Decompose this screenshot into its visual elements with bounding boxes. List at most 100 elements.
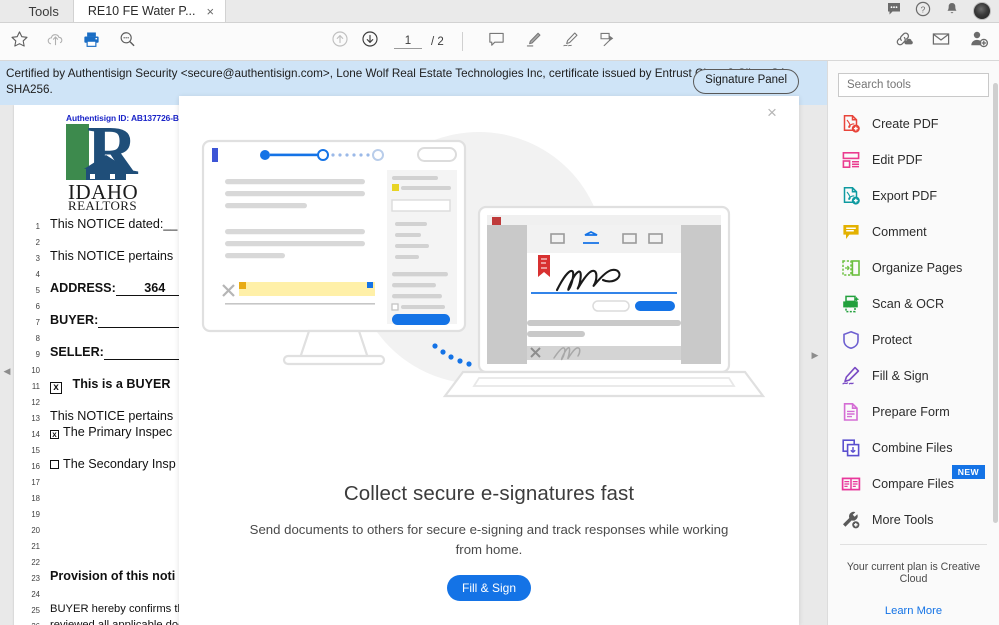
arrow-up-circle-icon[interactable] bbox=[330, 29, 350, 54]
upload-cloud-icon[interactable] bbox=[46, 30, 65, 54]
tool-item-label: Scan & OCR bbox=[872, 297, 944, 311]
svg-text:?: ? bbox=[921, 4, 926, 14]
line-number: 20 bbox=[24, 522, 50, 538]
tool-item-edit-pdf[interactable]: Edit PDF bbox=[828, 142, 999, 178]
tools-list: Create PDF Edit PDF Export PDF Comment Organ… bbox=[828, 103, 999, 538]
search-tools-input[interactable] bbox=[838, 73, 989, 97]
line-number: 21 bbox=[24, 538, 50, 554]
tool-item-label: Organize Pages bbox=[872, 261, 962, 275]
menu-item-tools[interactable]: Tools bbox=[14, 0, 72, 22]
esign-devices-illustration bbox=[179, 118, 799, 398]
request-signature-icon[interactable] bbox=[598, 30, 617, 54]
toolbar-left-group bbox=[0, 30, 137, 54]
learn-more-link[interactable]: Learn More bbox=[828, 585, 999, 617]
pdf-reader-window: ne Tools RE10 FE Water P... × ? bbox=[0, 0, 999, 625]
plan-status-text: Your current plan is Creative Cloud bbox=[828, 545, 999, 585]
page-navigation: / 2 bbox=[330, 29, 463, 54]
line-number: 4 bbox=[24, 266, 50, 282]
avatar[interactable] bbox=[973, 2, 991, 20]
collapse-left-panel-button[interactable]: ◀ bbox=[0, 360, 14, 382]
comment-icon[interactable] bbox=[487, 30, 506, 54]
tool-item-more-tools[interactable]: More Tools bbox=[828, 502, 999, 538]
sidebar-scrollbar[interactable] bbox=[992, 83, 999, 573]
page-number-input[interactable] bbox=[394, 35, 422, 49]
tool-item-label: Comment bbox=[872, 225, 927, 239]
line-number: 26 bbox=[24, 618, 50, 625]
more-tools-icon bbox=[841, 510, 861, 530]
tool-item-comment[interactable]: Comment bbox=[828, 214, 999, 250]
page-indicator: / 2 bbox=[394, 35, 444, 49]
line-number: 23 bbox=[24, 570, 50, 586]
sign-icon[interactable] bbox=[561, 30, 580, 54]
line-number: 13 bbox=[24, 410, 50, 426]
add-person-icon[interactable] bbox=[969, 29, 989, 54]
line-number: 5 bbox=[24, 282, 50, 298]
line-number: 25 bbox=[24, 602, 50, 618]
close-icon[interactable]: × bbox=[204, 5, 218, 18]
main-toolbar: / 2 bbox=[0, 23, 999, 61]
print-icon[interactable] bbox=[82, 30, 101, 54]
shield-icon bbox=[841, 330, 861, 350]
tool-item-export-pdf[interactable]: Export PDF bbox=[828, 178, 999, 214]
tool-item-fill-sign[interactable]: Fill & Sign bbox=[828, 358, 999, 394]
line-number: 24 bbox=[24, 586, 50, 602]
organize-pages-icon bbox=[841, 258, 861, 278]
bell-icon[interactable] bbox=[944, 1, 960, 22]
comment-icon bbox=[841, 222, 861, 242]
arrow-down-circle-icon[interactable] bbox=[360, 29, 380, 54]
fill-and-sign-button[interactable]: Fill & Sign bbox=[447, 575, 531, 601]
tool-item-compare-files[interactable]: Compare FilesNEW bbox=[828, 466, 999, 502]
line-number: 14 bbox=[24, 426, 50, 442]
signature-panel-button[interactable]: Signature Panel bbox=[693, 69, 799, 94]
tool-item-create-pdf[interactable]: Create PDF bbox=[828, 106, 999, 142]
toolbar-annotation-group bbox=[487, 30, 617, 54]
tool-item-scan-ocr[interactable]: Scan & OCR bbox=[828, 286, 999, 322]
zoom-icon[interactable] bbox=[118, 30, 137, 54]
prepare-form-icon bbox=[841, 402, 861, 422]
logo-line2: REALTORS bbox=[68, 198, 137, 214]
line-number: 9 bbox=[24, 346, 50, 362]
highlight-icon[interactable] bbox=[524, 30, 543, 54]
edit-pdf-icon bbox=[841, 150, 861, 170]
tool-item-prepare-form[interactable]: Prepare Form bbox=[828, 394, 999, 430]
document-tab[interactable]: RE10 FE Water P... × bbox=[73, 0, 226, 22]
line-number: 19 bbox=[24, 506, 50, 522]
search-tools-wrapper bbox=[828, 61, 999, 103]
email-icon[interactable] bbox=[931, 29, 951, 54]
expand-right-panel-button[interactable]: ▶ bbox=[808, 340, 822, 370]
new-badge: NEW bbox=[952, 465, 985, 479]
chat-bubble-icon[interactable] bbox=[886, 1, 902, 22]
line-number: 17 bbox=[24, 474, 50, 490]
fill-sign-icon bbox=[841, 366, 861, 386]
page-total-label: / 2 bbox=[431, 36, 444, 48]
idaho-realtors-logo-icon: R IDAHO REALTORS bbox=[66, 124, 184, 214]
tool-item-protect[interactable]: Protect bbox=[828, 322, 999, 358]
export-pdf-icon bbox=[841, 186, 861, 206]
sidebar-scrollbar-thumb[interactable] bbox=[993, 83, 998, 523]
tab-bar-actions: ? bbox=[886, 0, 999, 22]
tool-item-label: Edit PDF bbox=[872, 153, 922, 167]
combine-files-icon bbox=[841, 438, 861, 458]
line-number: 10 bbox=[24, 362, 50, 378]
compare-files-icon bbox=[841, 474, 861, 494]
modal-subtitle: Send documents to others for secure e-si… bbox=[239, 520, 739, 560]
tool-item-label: Combine Files bbox=[872, 441, 953, 455]
tool-item-label: Prepare Form bbox=[872, 405, 950, 419]
line-number: 7 bbox=[24, 314, 50, 330]
star-icon[interactable] bbox=[10, 30, 29, 54]
line-number: 3 bbox=[24, 250, 50, 266]
create-pdf-icon bbox=[841, 114, 861, 134]
line-number: 2 bbox=[24, 234, 50, 250]
share-link-icon[interactable] bbox=[893, 29, 913, 54]
tool-item-label: Protect bbox=[872, 333, 912, 347]
menu-item-home[interactable]: ne bbox=[0, 0, 14, 22]
help-icon[interactable]: ? bbox=[915, 1, 931, 22]
tab-bar: ne Tools RE10 FE Water P... × ? bbox=[0, 0, 999, 23]
tools-sidebar: Create PDF Edit PDF Export PDF Comment Organ… bbox=[827, 61, 999, 625]
toolbar-divider bbox=[462, 32, 463, 51]
tool-item-organize-pages[interactable]: Organize Pages bbox=[828, 250, 999, 286]
menu-item-tools-label: Tools bbox=[28, 4, 58, 19]
line-number: 8 bbox=[24, 330, 50, 346]
tool-item-combine-files[interactable]: Combine Files bbox=[828, 430, 999, 466]
signature-panel-label: Signature Panel bbox=[705, 74, 787, 86]
